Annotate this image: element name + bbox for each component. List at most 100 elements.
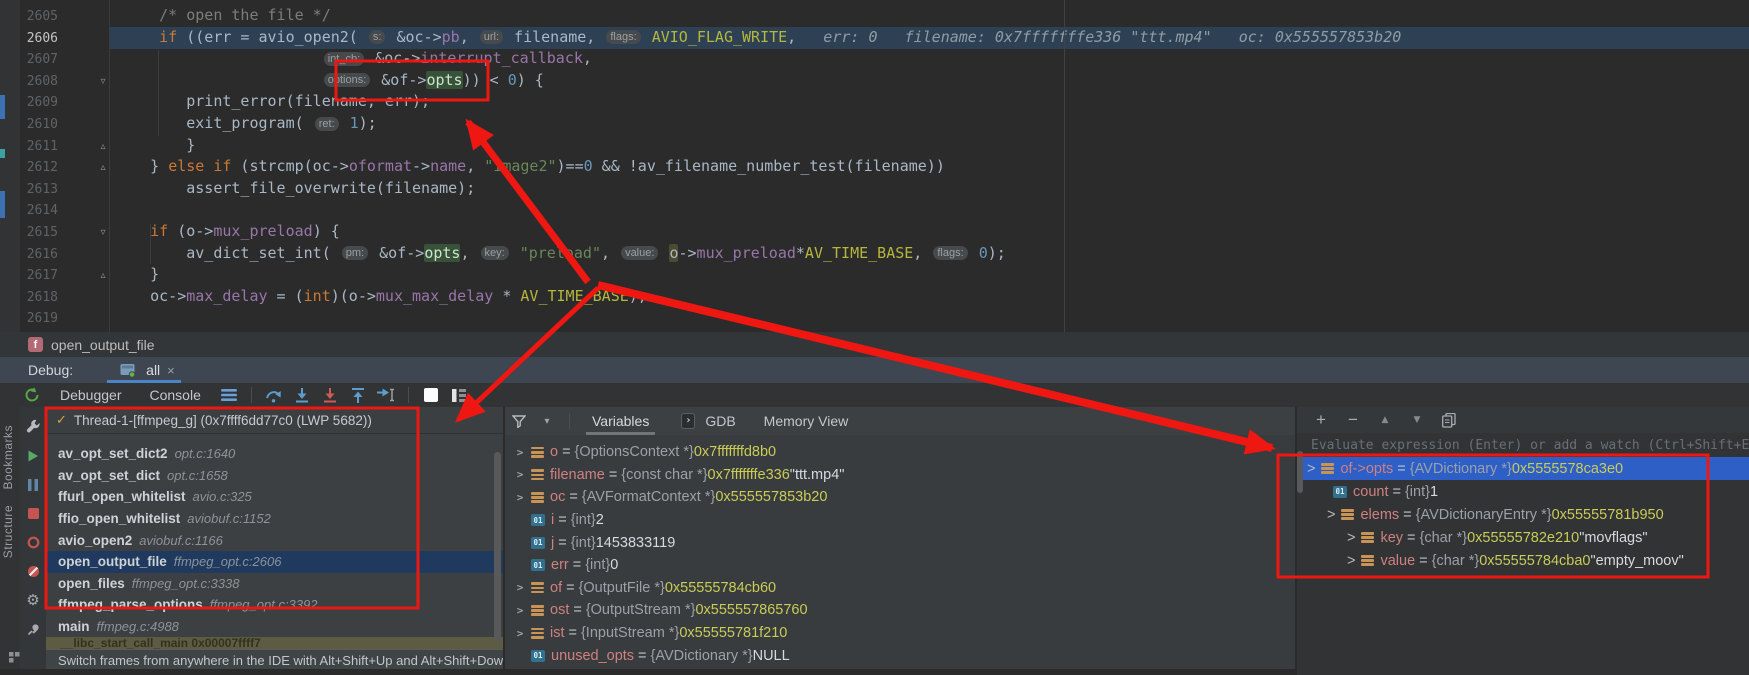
variable-row[interactable]: >o={OptionsContext *} 0x7fffffffd8b0 [505,441,1295,464]
stack-frame-row[interactable]: open_filesffmpeg_opt.c:3338 [46,573,503,595]
line-number[interactable]: 2609 [20,92,58,113]
line-number[interactable]: 2615 [20,222,58,243]
line-number[interactable]: 2611 [20,136,58,157]
code-line[interactable]: oc->max_delay = (int)(o->mux_max_delay *… [114,287,647,309]
step-into-icon[interactable] [292,385,312,405]
variable-row[interactable]: 01j={int} 1453833119 [505,531,1295,554]
variable-row[interactable]: >filename={const char *} 0x7fffffffe336 … [505,464,1295,487]
line-number[interactable]: 2618 [20,287,58,308]
line-number[interactable]: 2619 [20,308,58,329]
line-number[interactable]: 2610 [20,114,58,135]
tab-variables[interactable]: Variables [586,407,655,435]
step-out-icon[interactable] [348,385,368,405]
filter-icon[interactable] [509,411,529,431]
expander-icon[interactable]: > [515,581,525,594]
view-breakpoints-icon[interactable] [23,533,43,553]
expander-icon[interactable]: > [515,446,525,459]
line-number[interactable]: 2617 [20,265,58,286]
tab-console[interactable]: Console [150,387,201,403]
code-line[interactable]: options: &of->opts)) < 0) { [114,71,544,93]
code-line[interactable]: assert_file_overwrite(filename); [114,179,475,201]
code-line[interactable]: print_error(filename, err); [114,92,430,114]
stack-frame-row[interactable]: ffmpeg_parse_optionsffmpeg_opt.c:3392 [46,594,503,616]
line-number[interactable]: 2605 [20,6,58,27]
stack-frame-row[interactable]: av_opt_set_dict2opt.c:1640 [46,443,503,465]
watch-row[interactable]: >elems={AVDictionaryEntry *} 0x55555781b… [1297,503,1749,526]
watch-row[interactable]: >of->opts={AVDictionary *} 0x5555578ca3e… [1297,457,1749,480]
run-to-cursor-icon[interactable] [376,385,396,405]
tab-memory-view[interactable]: Memory View [758,407,855,435]
expander-icon[interactable]: > [515,468,525,481]
code-line[interactable]: if ((err = avio_open2( s: &oc->pb, url: … [114,28,1401,50]
thread-selector[interactable]: ✓ Thread-1-[ffmpeg_g] (0x7ffff6dd77c0 (L… [46,408,503,434]
code-line[interactable]: } else if (strcmp(oc->oformat->name, "im… [114,157,945,179]
code-line[interactable]: } [114,265,159,287]
move-up-icon[interactable]: ▲ [1375,410,1395,430]
expander-icon[interactable]: > [1327,507,1335,523]
frames-scrollbar[interactable] [494,452,501,642]
pin-icon[interactable] [23,620,43,640]
fold-marker-icon[interactable]: ▵ [96,136,110,157]
toolwindow-button-bookmarks[interactable]: Bookmarks [1,425,15,490]
fold-marker-icon[interactable]: ▿ [96,71,110,92]
force-step-into-icon[interactable] [320,385,340,405]
tab-gdb[interactable]: ›GDB [671,407,741,435]
add-watch-icon[interactable]: + [1311,410,1331,430]
move-down-icon[interactable]: ▼ [1407,410,1427,430]
duplicate-watch-icon[interactable] [1439,410,1459,430]
resume-icon[interactable] [23,446,43,466]
code-line[interactable]: int_cb: &oc->interrupt_callback, [114,49,592,71]
variable-row[interactable]: >oc={AVFormatContext *} 0x555557853b20 [505,486,1295,509]
expander-icon[interactable]: > [1307,461,1315,477]
expander-icon[interactable]: > [1347,553,1355,569]
mute-breakpoints-icon[interactable] [23,562,43,582]
debug-session-tab-all[interactable]: all × [107,357,181,383]
stack-frame-row[interactable]: open_output_fileffmpeg_opt.c:2606 [46,551,503,573]
settings-wrench-icon[interactable] [23,417,43,437]
expander-icon[interactable]: > [515,491,525,504]
variable-row[interactable]: 01i={int} 2 [505,509,1295,532]
stack-frame-row[interactable]: ffio_open_whitelistaviobuf.c:1152 [46,508,503,530]
close-session-icon[interactable]: × [167,363,175,378]
fold-marker-icon[interactable]: ▵ [96,157,110,178]
rerun-icon[interactable] [22,385,42,405]
step-over-icon[interactable] [264,385,284,405]
breadcrumb-function-name[interactable]: open_output_file [51,337,155,353]
fold-marker-icon[interactable]: ▿ [96,222,110,243]
code-line[interactable]: exit_program( ret: 1); [114,114,377,136]
variable-row[interactable]: >ost={OutputStream *} 0x555557865760 [505,599,1295,622]
expander-icon[interactable]: > [1347,530,1355,546]
split-view-icon[interactable] [449,385,469,405]
fold-marker-icon[interactable]: ▵ [96,265,110,286]
code-line[interactable]: } [114,136,195,158]
restore-layout-icon[interactable] [219,385,239,405]
stack-frame-row[interactable]: mainffmpeg.c:4988 [46,616,503,638]
stack-frame-row[interactable]: av_opt_set_dictopt.c:1658 [46,465,503,487]
expander-icon[interactable]: > [515,627,525,640]
remove-watch-icon[interactable]: − [1343,410,1363,430]
stack-frame-row[interactable]: avio_open2aviobuf.c:1166 [46,529,503,551]
stop-icon[interactable] [23,504,43,524]
variable-row[interactable]: 01unused_opts={AVDictionary *} NULL [505,644,1295,667]
line-number[interactable]: 2612 [20,157,58,178]
variable-row[interactable]: 01err={int} 0 [505,554,1295,577]
stack-frame-row-system[interactable]: __libc_start_call_main 0x00007ffff7 [46,637,503,649]
code-line[interactable]: av_dict_set_int( pm: &of->opts, key: "pr… [114,244,1006,266]
variable-row[interactable]: >ist={InputStream *} 0x55555781f210 [505,622,1295,645]
stack-frame-row[interactable]: ffurl_open_whitelistavio.c:325 [46,486,503,508]
code-line[interactable]: /* open the file */ [114,6,331,28]
line-number[interactable]: 2606 [20,28,58,49]
gdb-console-icon[interactable]: › [681,411,701,431]
code-line[interactable]: if (o->mux_preload) { [114,222,340,244]
line-number[interactable]: 2613 [20,179,58,200]
watch-row[interactable]: >key={char *} 0x55555782e210 "movflags" [1297,526,1749,549]
tab-debugger[interactable]: Debugger [60,387,122,403]
code-editor[interactable]: 2605260626072608▿260926102611▵2612▵26132… [0,0,1749,332]
watch-row[interactable]: 01count={int} 1 [1297,480,1749,503]
filter-dropdown-icon[interactable]: ▾ [537,411,557,431]
white-square-icon[interactable] [421,385,441,405]
variable-row[interactable]: >of={OutputFile *} 0x55555784cb60 [505,577,1295,600]
line-number[interactable]: 2614 [20,200,58,221]
watch-row[interactable]: >value={char *} 0x55555784cba0 "empty_mo… [1297,549,1749,572]
evaluate-expression-input[interactable]: Evaluate expression (Enter) or add a wat… [1311,438,1749,453]
